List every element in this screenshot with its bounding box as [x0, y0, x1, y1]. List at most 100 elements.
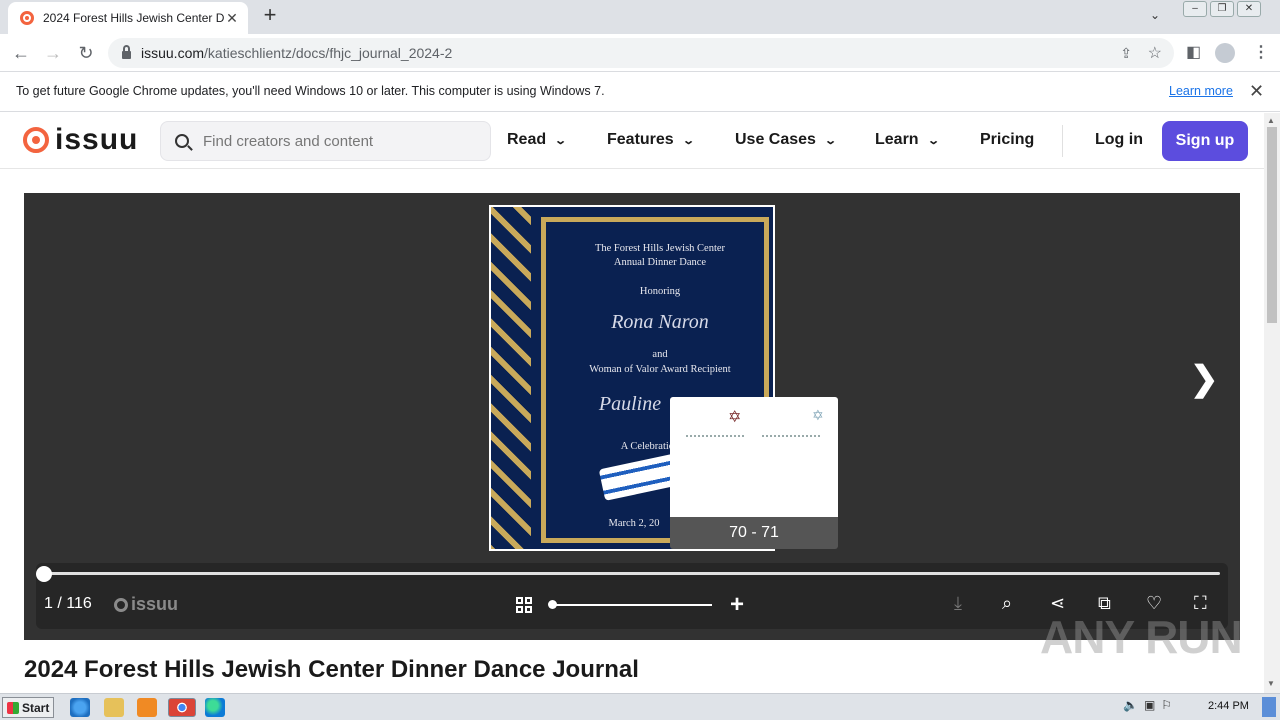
search-icon [175, 134, 189, 148]
close-window-button[interactable]: ✕ [1237, 1, 1261, 17]
nav-learn-label: Learn [875, 131, 919, 148]
cover-and: and [652, 349, 668, 360]
nav-features[interactable]: Features ⌄ [607, 131, 695, 149]
url-path: /katieschlientz/docs/fhjc_journal_2024-2 [204, 45, 453, 61]
issuu-logo[interactable]: issuu [23, 125, 138, 155]
scroll-up-icon[interactable]: ▲ [1267, 116, 1275, 125]
menu-kebab-icon[interactable]: ⋮ [1253, 42, 1269, 62]
next-page-chevron-icon[interactable]: ❯ [1190, 359, 1219, 399]
cover-honoree-signature: Rona Naron [611, 311, 709, 333]
search-input[interactable] [203, 132, 463, 150]
tab-search-chevron-icon[interactable]: ⌄ [1150, 8, 1160, 22]
cover-line1: The Forest Hills Jewish Center [594, 243, 726, 254]
internet-explorer-icon[interactable] [70, 698, 90, 717]
bookmark-star-icon[interactable]: ☆ [1148, 43, 1162, 63]
restore-button[interactable]: ❐ [1210, 1, 1234, 17]
search-box[interactable] [160, 121, 491, 161]
zoom-in-icon[interactable]: + [730, 591, 744, 619]
new-tab-button[interactable]: + [258, 4, 282, 28]
nav-use-cases[interactable]: Use Cases ⌄ [735, 131, 838, 149]
star-of-david-icon: ✡ [728, 409, 742, 426]
url-text[interactable]: issuu.com/katieschlientz/docs/fhjc_journ… [141, 45, 452, 61]
login-button[interactable]: Log in [1095, 131, 1143, 149]
start-button[interactable]: Start [2, 697, 54, 718]
tab-close-icon[interactable]: ✕ [224, 10, 240, 27]
cover-honoring: Honoring [639, 286, 681, 297]
action-center-flag-icon[interactable]: ⚐ [1161, 698, 1172, 712]
issuu-brand-mark: issuu [114, 594, 178, 615]
nav-read-label: Read [507, 131, 547, 148]
start-label: Start [22, 700, 50, 715]
forward-arrow-icon[interactable]: → [42, 42, 64, 64]
page-scrollbar[interactable]: ▲ ▼ [1264, 113, 1280, 693]
window-controls: – ❐ ✕ [1183, 1, 1264, 17]
update-infobar: To get future Google Chrome updates, you… [0, 72, 1280, 112]
zoom-slider-knob[interactable] [548, 600, 557, 609]
page-thumbnail-preview: ✡ ✡ 70 - 71 [670, 397, 838, 549]
infobar-message: To get future Google Chrome updates, you… [16, 84, 605, 98]
network-icon[interactable]: ▣ [1144, 698, 1155, 712]
issuu-logo-text: issuu [55, 123, 139, 156]
windows-logo-icon [7, 701, 19, 714]
show-desktop-button[interactable] [1262, 697, 1276, 717]
star-of-david-border-pattern [491, 207, 531, 549]
thumbnail-right-text [762, 435, 820, 475]
thumbnail-page-label: 70 - 71 [729, 524, 779, 541]
nav-pricing-label: Pricing [980, 131, 1035, 148]
browser-toolbar: ← → ↻ issuu.com/katieschlientz/docs/fhjc… [0, 34, 1280, 72]
scroll-down-icon[interactable]: ▼ [1267, 679, 1275, 688]
system-tray: 🔈 ▣ ⚐ [1123, 698, 1172, 712]
profile-avatar-icon[interactable] [1215, 43, 1235, 63]
page-progress-knob[interactable] [36, 566, 52, 582]
nav-learn[interactable]: Learn ⌄ [875, 131, 940, 149]
issuu-favicon-icon [20, 11, 34, 25]
lock-icon [122, 45, 131, 59]
issuu-logo-icon [114, 597, 128, 612]
share-icon[interactable]: ⇪ [1120, 45, 1132, 62]
side-panel-icon[interactable]: ◧ [1186, 42, 1201, 62]
grid-view-icon[interactable] [516, 597, 532, 613]
cover-award: Woman of Valor Award Recipient [589, 364, 731, 375]
download-icon[interactable]: ⤓ [954, 593, 962, 614]
nav-use-cases-label: Use Cases [735, 131, 816, 148]
zoom-slider-track[interactable] [552, 604, 712, 606]
star-of-david-icon: ✡ [812, 407, 824, 423]
address-bar[interactable]: issuu.com/katieschlientz/docs/fhjc_journ… [108, 38, 1174, 68]
anyrun-watermark: ANY RUN [1040, 611, 1243, 663]
clock[interactable]: 2:44 PM [1208, 700, 1249, 712]
thumbnail-image: ✡ ✡ [670, 397, 838, 517]
windows-taskbar: Start 🔈 ▣ ⚐ 2:44 PM [0, 693, 1280, 720]
cover-line2: Annual Dinner Dance [613, 257, 707, 268]
edge-icon[interactable] [205, 698, 225, 717]
scrollbar-thumb[interactable] [1267, 127, 1277, 323]
minimize-button[interactable]: – [1183, 1, 1207, 17]
issuu-logo-icon [23, 127, 49, 153]
media-player-icon[interactable] [137, 698, 157, 717]
web-page: issuu Read⌄ Features⌄ Use Cases⌄ Learn⌄ … [0, 113, 1264, 693]
nav-read[interactable]: Read ⌄ [507, 131, 568, 149]
back-arrow-icon[interactable]: ← [10, 42, 32, 64]
file-explorer-icon[interactable] [104, 698, 124, 717]
nav-pricing[interactable]: Pricing [980, 131, 1034, 149]
url-host: issuu.com [141, 45, 205, 61]
infobar-close-icon[interactable]: ✕ [1249, 81, 1264, 102]
tab-title: 2024 Forest Hills Jewish Center Dinn [43, 11, 224, 25]
tab-strip: 2024 Forest Hills Jewish Center Dinn ✕ +… [0, 0, 1280, 34]
brand-text: issuu [131, 594, 179, 614]
nav-divider [1062, 125, 1063, 157]
signup-button[interactable]: Sign up [1162, 121, 1248, 161]
chevron-down-icon: ⌄ [554, 134, 568, 147]
chevron-down-icon: ⌄ [926, 134, 940, 147]
reload-icon[interactable]: ↻ [75, 42, 97, 64]
chevron-down-icon: ⌄ [681, 134, 695, 147]
volume-icon[interactable]: 🔈 [1123, 698, 1138, 712]
learn-more-link[interactable]: Learn more [1169, 84, 1233, 98]
page-progress-track[interactable] [44, 572, 1220, 575]
document-title: 2024 Forest Hills Jewish Center Dinner D… [24, 656, 639, 683]
chevron-down-icon: ⌄ [824, 134, 838, 147]
search-icon[interactable]: ⌕ [1002, 593, 1012, 614]
browser-tab[interactable]: 2024 Forest Hills Jewish Center Dinn ✕ [8, 2, 248, 34]
chrome-icon[interactable] [168, 698, 196, 717]
nav-features-label: Features [607, 131, 674, 148]
issuu-header: issuu Read⌄ Features⌄ Use Cases⌄ Learn⌄ … [0, 113, 1264, 169]
